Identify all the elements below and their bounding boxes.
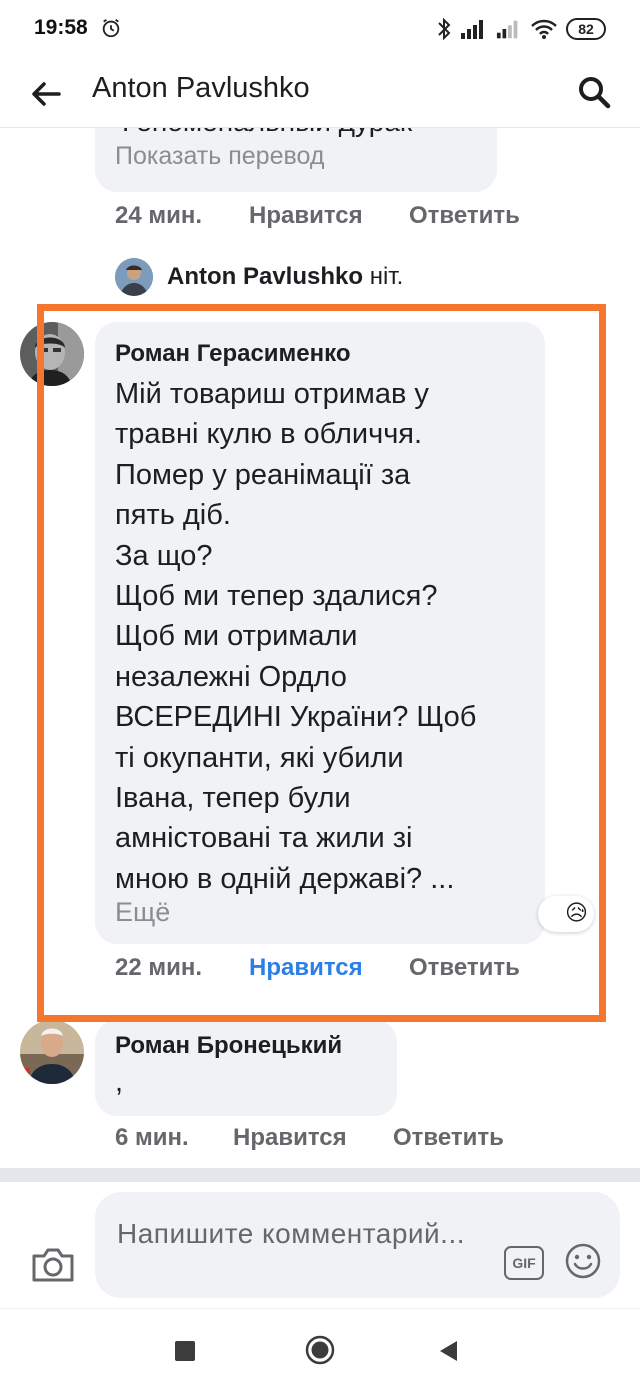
comment-composer: Напишите комментарий... GIF [0, 1182, 640, 1308]
nav-back-icon[interactable] [437, 1339, 459, 1363]
comment-author[interactable]: Роман Бронецький [115, 1032, 342, 1060]
alarm-icon [102, 18, 120, 38]
avatar-image [20, 1020, 84, 1084]
back-arrow-icon[interactable] [26, 74, 66, 114]
nav-recents-icon[interactable] [175, 1341, 195, 1361]
page-title: Anton Pavlushko [92, 72, 310, 104]
nav-home-icon[interactable] [305, 1335, 335, 1365]
divider [0, 1168, 640, 1182]
search-icon[interactable] [574, 72, 614, 112]
comment-text: , [115, 1066, 124, 1098]
signal-icon [496, 20, 518, 39]
reply-button[interactable]: Ответить [393, 1124, 504, 1152]
comment-input-placeholder: Напишите комментарий... [117, 1218, 466, 1249]
comment-actions: 24 мин. Нравится Ответить [115, 202, 575, 232]
comment-actions: 6 мин. Нравится Ответить [115, 1124, 555, 1154]
wifi-icon [531, 19, 557, 39]
reply-author: Anton Pavlushko [167, 263, 364, 290]
avatar[interactable] [115, 258, 153, 296]
like-button[interactable]: Нравится [249, 202, 363, 230]
status-time: 19:58 [34, 16, 88, 39]
comment-text: Феноменальный дурак [115, 128, 412, 138]
highlight-frame [37, 304, 606, 1022]
comment-bubble: Роман Бронецький , [95, 1020, 397, 1116]
like-button[interactable]: Нравится [233, 1124, 347, 1152]
comment-time: 6 мин. [115, 1124, 189, 1151]
status-bar: 19:58 82 [0, 0, 640, 60]
app-bar: Anton Pavlushko [0, 60, 640, 128]
battery-icon: 82 [566, 18, 606, 40]
comment-bubble: Феноменальный дурак Показать перевод [95, 128, 497, 192]
bluetooth-icon [438, 17, 451, 41]
reply-preview[interactable]: Anton Pavlushko ніт. [167, 263, 403, 291]
emoji-icon[interactable] [564, 1242, 602, 1280]
system-nav-bar [0, 1308, 640, 1386]
system-icons: 82 [436, 14, 606, 44]
camera-icon[interactable] [30, 1244, 76, 1284]
signal-icon [461, 20, 483, 39]
show-translation-link[interactable]: Показать перевод [115, 142, 324, 171]
avatar-image [115, 258, 153, 296]
reply-text: ніт. [369, 263, 404, 290]
reply-button[interactable]: Ответить [409, 202, 520, 230]
gif-icon[interactable]: GIF [504, 1246, 544, 1280]
comment-input[interactable]: Напишите комментарий... GIF [95, 1192, 620, 1298]
avatar[interactable] [20, 1020, 84, 1084]
comment-time: 24 мин. [115, 202, 203, 229]
